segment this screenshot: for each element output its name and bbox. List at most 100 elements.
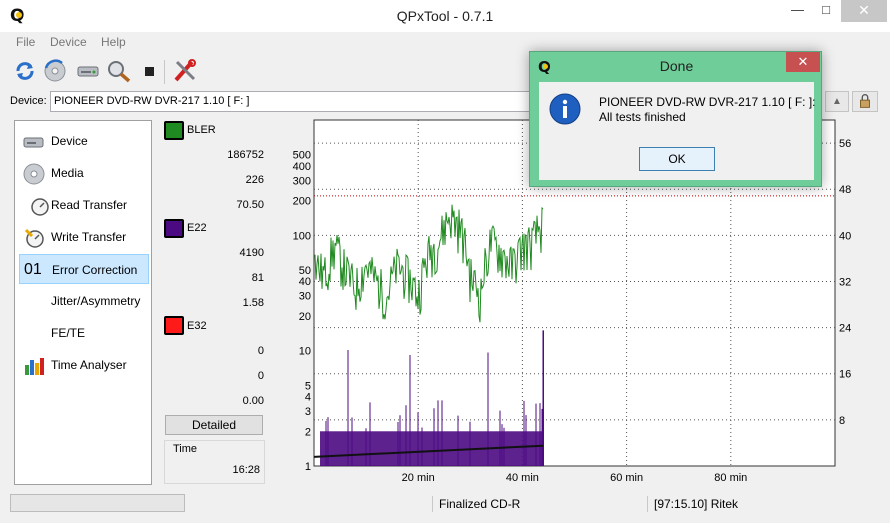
sidebar-item-label: Write Transfer xyxy=(51,230,127,244)
time-value: 16:28 xyxy=(232,464,260,476)
dialog-body: PIONEER DVD-RW DVR-217 1.10 [ F: ]: All … xyxy=(539,82,816,180)
close-button[interactable]: ✕ xyxy=(841,0,887,22)
disc-type-status: Finalized CD-R xyxy=(439,497,521,511)
left-tick-label: 200 xyxy=(293,196,311,208)
x-tick-label: 80 min xyxy=(714,472,747,484)
device-label: Device: xyxy=(10,95,47,107)
x-tick-label: 20 min xyxy=(402,472,435,484)
sidebar-item-read-transfer[interactable]: Read Transfer xyxy=(19,190,149,220)
detailed-button[interactable]: Detailed xyxy=(165,415,263,435)
left-tick-label: 4 xyxy=(305,392,311,404)
toolbar-separator xyxy=(164,60,165,84)
sidebar-item-label: Read Transfer xyxy=(51,198,128,212)
device-icon xyxy=(23,137,44,148)
left-tick-label: 10 xyxy=(299,346,311,358)
left-tick-label: 30 xyxy=(299,291,311,303)
left-tick-label: 3 xyxy=(305,406,311,418)
dialog-close-button[interactable]: ✕ xyxy=(786,52,820,72)
time-box: Time 16:28 xyxy=(164,440,265,484)
menu-file[interactable]: File xyxy=(16,35,35,49)
sidebar-item-fe-te[interactable]: FE/TE xyxy=(19,318,149,348)
title-bar: Q QPxTool - 0.7.1 — □ ✕ xyxy=(0,0,890,32)
e32-avg: 0.00 xyxy=(242,395,264,407)
e32-total: 0 xyxy=(257,345,264,357)
stop-icon[interactable] xyxy=(137,58,163,84)
right-tick-label: 16 xyxy=(839,369,851,381)
eject-button[interactable]: ▲ xyxy=(825,91,849,112)
x-tick-label: 40 min xyxy=(506,472,539,484)
bler-avg: 70.50 xyxy=(236,199,264,211)
error-correction-icon: 01 xyxy=(24,261,42,278)
dialog-title: Done xyxy=(659,58,694,74)
window-title: QPxTool - 0.7.1 xyxy=(396,8,494,24)
info-icon xyxy=(549,93,581,125)
bler-total: 186752 xyxy=(227,149,264,161)
sidebar-item-error-correction[interactable]: 01 Error Correction xyxy=(19,254,149,284)
left-tick-label: 5 xyxy=(305,380,311,392)
sidebar-item-jitter-asymmetry[interactable]: Jitter/Asymmetry xyxy=(19,286,149,316)
sidebar-item-media[interactable]: Media xyxy=(19,158,149,188)
menu-help[interactable]: Help xyxy=(101,35,126,49)
ok-button[interactable]: OK xyxy=(639,147,715,171)
sidebar-item-label: Error Correction xyxy=(52,263,138,277)
sidebar-item-time-analyser[interactable]: Time Analyser xyxy=(19,350,149,380)
write-transfer-icon xyxy=(24,228,44,248)
status-progress-bar xyxy=(10,494,185,512)
right-tick-label: 40 xyxy=(839,230,851,242)
bler-label: BLER xyxy=(187,124,216,136)
e32-max: 0 xyxy=(257,370,264,382)
dialog-message-status: All tests finished xyxy=(599,110,686,124)
left-tick-label: 500 xyxy=(293,150,311,162)
device-info-icon[interactable] xyxy=(75,58,101,84)
refresh-icon[interactable] xyxy=(12,58,38,84)
lock-icon[interactable] xyxy=(852,91,878,112)
sidebar-item-device[interactable]: Device xyxy=(19,126,149,156)
status-separator xyxy=(647,496,648,512)
e22-band xyxy=(320,431,544,466)
e32-label: E32 xyxy=(187,320,207,332)
left-tick-label: 300 xyxy=(293,175,311,187)
status-separator xyxy=(432,496,433,512)
time-analyser-icon xyxy=(25,358,44,375)
test-sidebar: Device Media Read Transfer Write Transfe… xyxy=(14,120,152,485)
e22-total: 4190 xyxy=(239,247,264,259)
e22-label: E22 xyxy=(187,222,207,234)
sidebar-item-label: Media xyxy=(51,166,84,180)
bler-color-swatch[interactable] xyxy=(164,121,184,140)
left-tick-label: 1 xyxy=(305,461,311,473)
e22-color-swatch[interactable] xyxy=(164,219,184,238)
dialog-message-device: PIONEER DVD-RW DVR-217 1.10 [ F: ]: xyxy=(599,95,816,109)
x-tick-label: 60 min xyxy=(610,472,643,484)
left-tick-label: 100 xyxy=(293,230,311,242)
sidebar-item-label: Device xyxy=(51,134,88,148)
left-tick-label: 50 xyxy=(299,265,311,277)
right-tick-label: 48 xyxy=(839,184,851,196)
right-tick-label: 56 xyxy=(839,138,851,150)
read-transfer-icon xyxy=(31,198,49,216)
right-tick-label: 32 xyxy=(839,276,851,288)
maximize-button[interactable]: □ xyxy=(811,0,841,22)
bler-max: 226 xyxy=(245,174,264,186)
menu-bar: File Device Help xyxy=(0,32,890,52)
status-bar: Finalized CD-R [97:15.10] Ritek xyxy=(0,490,890,523)
e32-color-swatch[interactable] xyxy=(164,316,184,335)
left-tick-label: 40 xyxy=(299,276,311,288)
time-label: Time xyxy=(173,443,198,455)
left-tick-label: 2 xyxy=(305,426,311,438)
done-dialog: Q Done ✕ PIONEER DVD-RW DVR-217 1.10 [ F… xyxy=(529,51,822,187)
sidebar-item-label: FE/TE xyxy=(51,326,86,340)
sidebar-item-write-transfer[interactable]: Write Transfer xyxy=(19,222,149,252)
e22-avg: 1.58 xyxy=(242,297,264,309)
sidebar-item-label: Time Analyser xyxy=(51,358,127,372)
e22-max: 81 xyxy=(251,272,264,284)
left-tick-label: 20 xyxy=(299,311,311,323)
disc-refresh-icon[interactable] xyxy=(42,58,68,84)
menu-device[interactable]: Device xyxy=(50,35,87,49)
media-id-status: [97:15.10] Ritek xyxy=(654,497,739,511)
sidebar-item-label: Jitter/Asymmetry xyxy=(51,294,141,308)
error-stats-panel: BLER 186752 226 70.50 E22 4190 81 1.58 E… xyxy=(162,120,268,485)
left-tick-label: 400 xyxy=(293,161,311,173)
scan-icon[interactable] xyxy=(106,58,132,84)
settings-tools-icon[interactable] xyxy=(172,58,198,84)
right-tick-label: 24 xyxy=(839,323,851,335)
